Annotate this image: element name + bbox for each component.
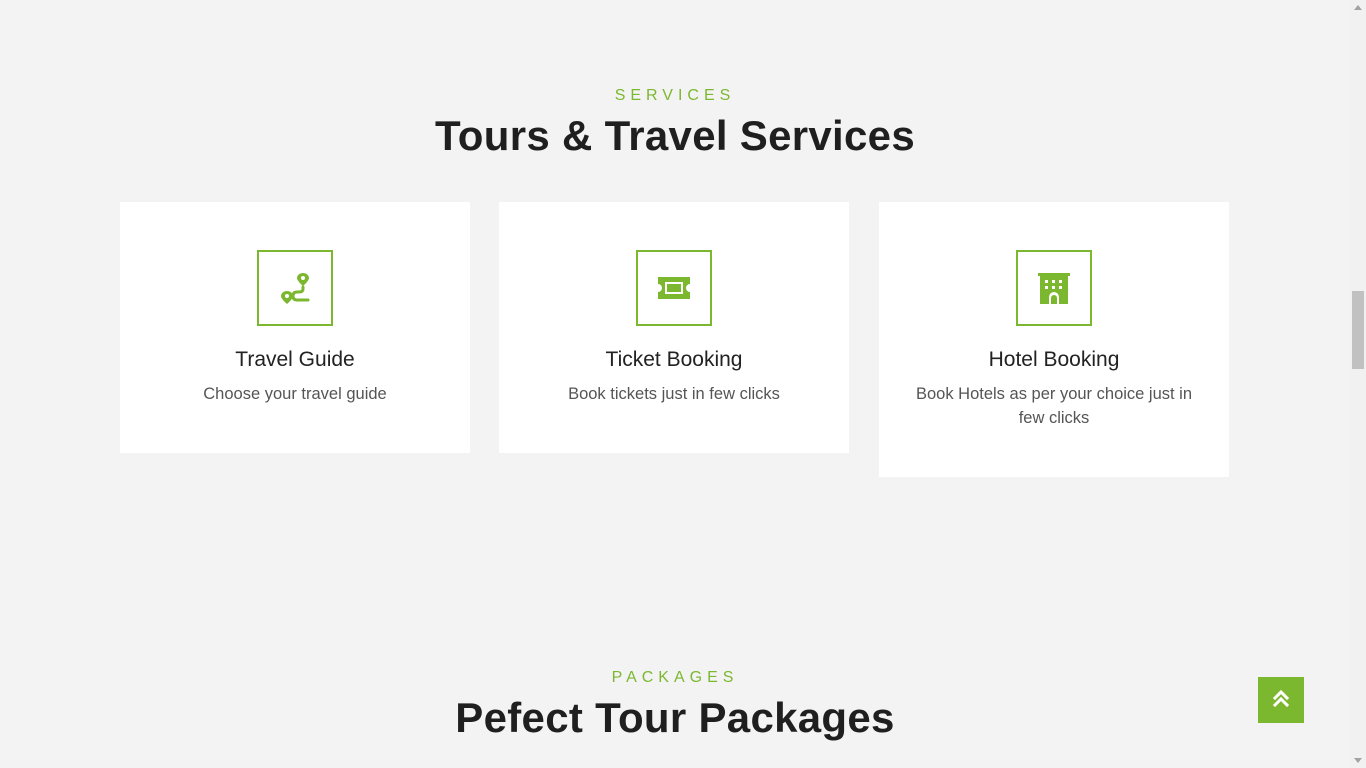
ticket-icon xyxy=(636,250,712,326)
double-chevron-up-icon xyxy=(1272,689,1290,712)
scroll-up-icon[interactable] xyxy=(1354,5,1362,10)
service-card-travel-guide[interactable]: Travel Guide Choose your travel guide xyxy=(120,202,470,453)
service-card-hotel-booking[interactable]: Hotel Booking Book Hotels as per your ch… xyxy=(879,202,1229,477)
scrollbar-thumb[interactable] xyxy=(1352,291,1364,369)
packages-eyebrow: PACKAGES xyxy=(611,669,739,686)
service-title: Hotel Booking xyxy=(988,348,1120,371)
page: SERVICES Tours & Travel Services Travel … xyxy=(0,0,1350,768)
service-title: Travel Guide xyxy=(235,348,355,371)
scroll-down-icon[interactable] xyxy=(1354,758,1362,763)
back-to-top-button[interactable] xyxy=(1258,677,1304,723)
service-description: Choose your travel guide xyxy=(203,385,387,403)
services-heading: Tours & Travel Services xyxy=(434,112,916,159)
service-description: Book tickets just in few clicks xyxy=(568,385,780,403)
service-card-ticket-booking[interactable]: Ticket Booking Book tickets just in few … xyxy=(499,202,849,453)
services-eyebrow: SERVICES xyxy=(614,87,736,104)
hotel-icon xyxy=(1016,250,1092,326)
page-scrollbar[interactable] xyxy=(1350,0,1366,768)
services-card-list: Travel Guide Choose your travel guide Ti… xyxy=(120,202,1230,482)
route-icon xyxy=(257,250,333,326)
service-title: Ticket Booking xyxy=(605,348,743,371)
service-description: Book Hotels as per your choice just in f… xyxy=(915,385,1193,427)
packages-heading: Pefect Tour Packages xyxy=(455,694,895,741)
